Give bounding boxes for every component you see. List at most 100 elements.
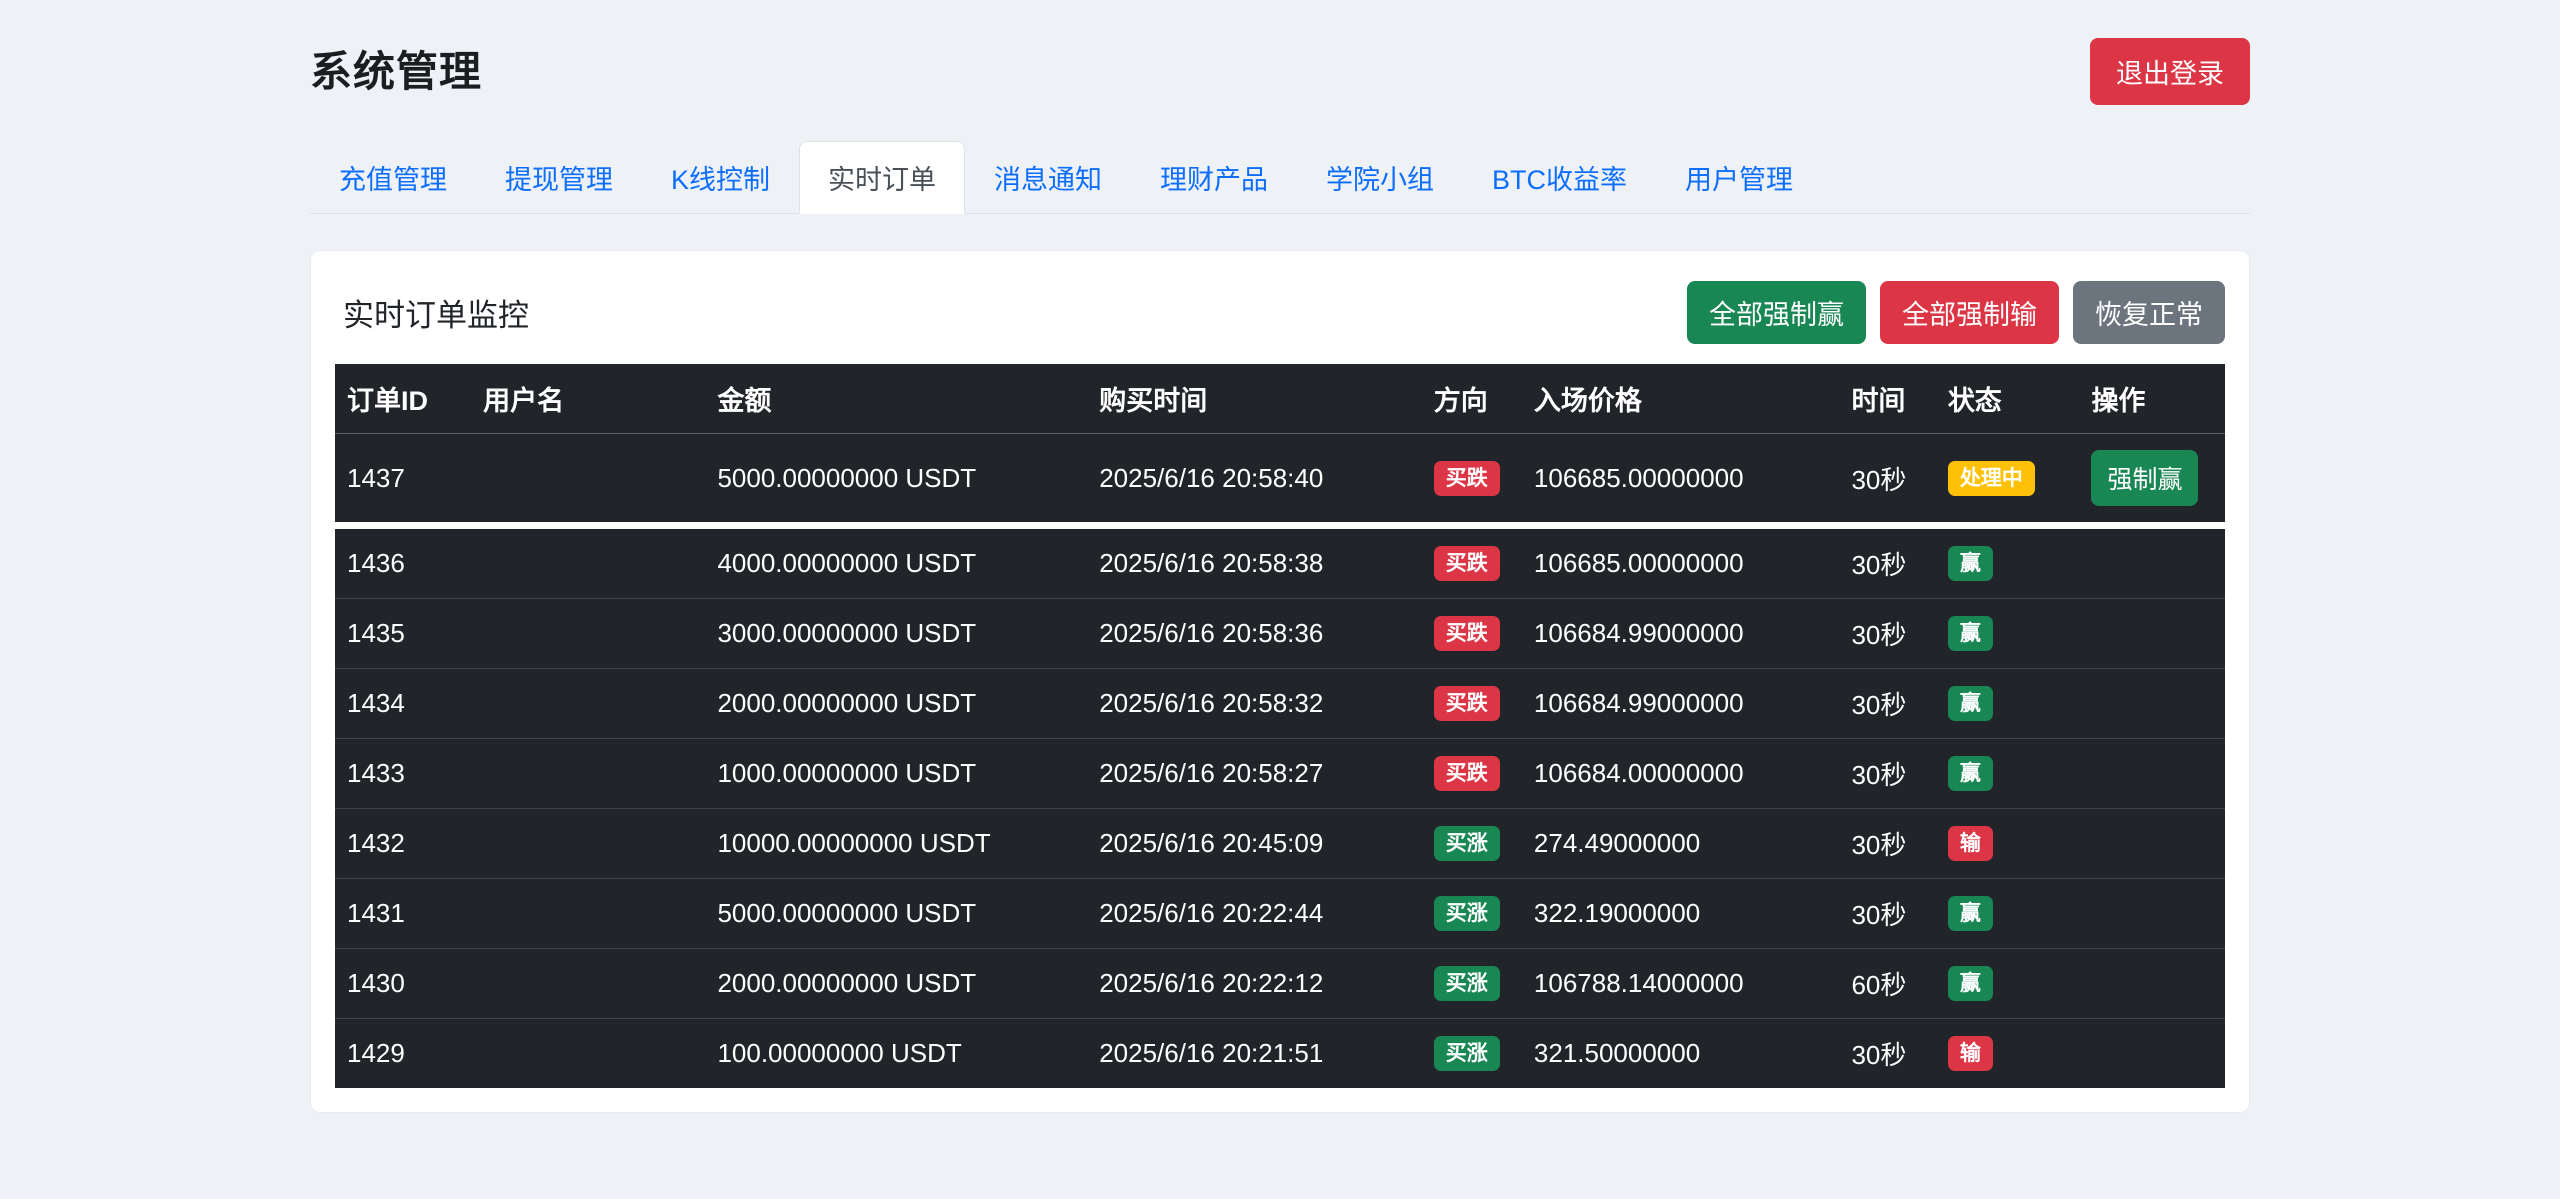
tab-理财产品[interactable]: 理财产品	[1131, 141, 1297, 214]
order-row: 1434 2000.00000000 USDT 2025/6/16 20:58:32…	[335, 668, 2225, 739]
tab-充值管理[interactable]: 充值管理	[310, 141, 476, 214]
status-badge: 赢	[1947, 756, 1993, 791]
direction-badge-cell: 买跌	[1421, 668, 1522, 739]
direction-badge: 买涨	[1433, 1036, 1500, 1071]
username-cell	[471, 598, 706, 669]
amount-cell: 3000.00000000 USDT	[705, 598, 1088, 669]
username-cell	[471, 808, 706, 879]
column-header: 方向	[1421, 364, 1522, 434]
buy-time-cell: 2025/6/16 20:45:09	[1087, 808, 1422, 879]
action-cell	[2079, 948, 2225, 1019]
action-cell	[2079, 738, 2225, 809]
status-badge-cell: 输	[1935, 1018, 2080, 1088]
direction-badge: 买跌	[1433, 546, 1500, 581]
action-cell	[2079, 668, 2225, 739]
force-all-win-button[interactable]: 全部强制赢	[1687, 281, 1866, 344]
buy-time-cell: 2025/6/16 20:58:27	[1087, 738, 1422, 809]
buy-time-cell: 2025/6/16 20:58:40	[1087, 433, 1422, 529]
amount-cell: 2000.00000000 USDT	[705, 668, 1088, 739]
username-cell	[471, 668, 706, 739]
direction-badge-cell: 买涨	[1421, 948, 1522, 1019]
duration-cell: 30秒	[1839, 668, 1936, 739]
order-row: 1430 2000.00000000 USDT 2025/6/16 20:22:12…	[335, 948, 2225, 1019]
tab-实时订单[interactable]: 实时订单	[799, 141, 966, 214]
direction-badge-cell: 买跌	[1421, 598, 1522, 669]
logout-button[interactable]: 退出登录	[2090, 38, 2250, 105]
tab-K线控制[interactable]: K线控制	[642, 141, 799, 214]
entry-price-cell: 321.50000000	[1521, 1018, 1840, 1088]
status-badge: 处理中	[1947, 460, 2035, 496]
direction-badge-cell: 买涨	[1421, 878, 1522, 949]
panel-title: 实时订单监控	[343, 298, 529, 333]
status-badge: 赢	[1947, 546, 1993, 581]
status-badge: 赢	[1947, 896, 1993, 931]
order-row: 1429 100.00000000 USDT 2025/6/16 20:21:51 买…	[335, 1018, 2225, 1088]
status-badge-cell: 处理中	[1935, 433, 2080, 529]
duration-cell: 30秒	[1839, 808, 1936, 879]
table-header-row: 订单ID 用户名 金额 购买时间 方向 入场价格 时间 状态 操作	[335, 364, 2225, 434]
username-cell	[471, 1018, 706, 1088]
entry-price-cell: 274.49000000	[1521, 808, 1840, 879]
tab-提现管理[interactable]: 提现管理	[476, 141, 642, 214]
tab-消息通知[interactable]: 消息通知	[965, 141, 1131, 214]
buy-time-cell: 2025/6/16 20:22:44	[1087, 878, 1422, 949]
entry-price-cell: 106684.99000000	[1521, 668, 1840, 739]
order-id-cell: 1431	[335, 878, 472, 949]
username-cell	[471, 433, 706, 529]
tab-BTC收益率[interactable]: BTC收益率	[1463, 141, 1656, 214]
amount-cell: 5000.00000000 USDT	[705, 878, 1088, 949]
tab-学院小组[interactable]: 学院小组	[1297, 141, 1463, 214]
status-badge-cell: 赢	[1935, 525, 2080, 599]
buy-time-cell: 2025/6/16 20:58:32	[1087, 668, 1422, 739]
order-row: 1433 1000.00000000 USDT 2025/6/16 20:58:27…	[335, 738, 2225, 809]
direction-badge: 买跌	[1433, 460, 1500, 496]
column-header: 时间	[1839, 364, 1936, 434]
amount-cell: 5000.00000000 USDT	[705, 433, 1088, 529]
status-badge-cell: 输	[1935, 808, 2080, 879]
action-cell	[2079, 525, 2225, 599]
direction-badge: 买跌	[1433, 756, 1500, 791]
order-id-cell: 1433	[335, 738, 472, 809]
status-badge: 输	[1947, 1036, 1993, 1071]
amount-cell: 10000.00000000 USDT	[705, 808, 1088, 879]
restore-normal-button[interactable]: 恢复正常	[2073, 281, 2225, 344]
status-badge-cell: 赢	[1935, 948, 2080, 1019]
action-cell	[2079, 808, 2225, 879]
column-header: 金额	[705, 364, 1088, 434]
username-cell	[471, 948, 706, 1019]
order-id-cell: 1432	[335, 808, 472, 879]
buy-time-cell: 2025/6/16 20:22:12	[1087, 948, 1422, 1019]
column-header: 订单ID	[335, 364, 472, 434]
buy-time-cell: 2025/6/16 20:58:38	[1087, 525, 1422, 599]
status-badge: 输	[1947, 826, 1993, 861]
direction-badge-cell: 买涨	[1421, 1018, 1522, 1088]
entry-price-cell: 106788.14000000	[1521, 948, 1840, 1019]
direction-badge-cell: 买跌	[1421, 433, 1522, 529]
page-title: 系统管理	[310, 48, 483, 95]
page-header: 系统管理 退出登录	[310, 38, 2250, 105]
column-header: 操作	[2079, 364, 2225, 434]
status-badge-cell: 赢	[1935, 738, 2080, 809]
order-id-cell: 1436	[335, 525, 472, 599]
action-cell	[2079, 878, 2225, 949]
order-id-cell: 1429	[335, 1018, 472, 1088]
username-cell	[471, 738, 706, 809]
order-id-cell: 1437	[335, 433, 472, 529]
status-badge-cell: 赢	[1935, 598, 2080, 669]
action-cell	[2079, 598, 2225, 669]
order-row: 1437 5000.00000000 USDT 2025/6/16 20:58:40…	[335, 433, 2225, 529]
order-row: 1432 10000.00000000 USDT 2025/6/16 20:45:0…	[335, 808, 2225, 879]
force-all-lose-button[interactable]: 全部强制输	[1880, 281, 2059, 344]
duration-cell: 30秒	[1839, 738, 1936, 809]
status-badge: 赢	[1947, 616, 1993, 651]
force-win-button[interactable]: 强制赢	[2091, 450, 2199, 506]
column-header: 入场价格	[1521, 364, 1840, 434]
direction-badge-cell: 买跌	[1421, 525, 1522, 599]
duration-cell: 30秒	[1839, 433, 1936, 529]
tab-用户管理[interactable]: 用户管理	[1656, 141, 1822, 214]
direction-badge: 买涨	[1433, 966, 1500, 1001]
amount-cell: 1000.00000000 USDT	[705, 738, 1088, 809]
status-badge: 赢	[1947, 686, 1993, 721]
buy-time-cell: 2025/6/16 20:21:51	[1087, 1018, 1422, 1088]
status-badge-cell: 赢	[1935, 668, 2080, 739]
